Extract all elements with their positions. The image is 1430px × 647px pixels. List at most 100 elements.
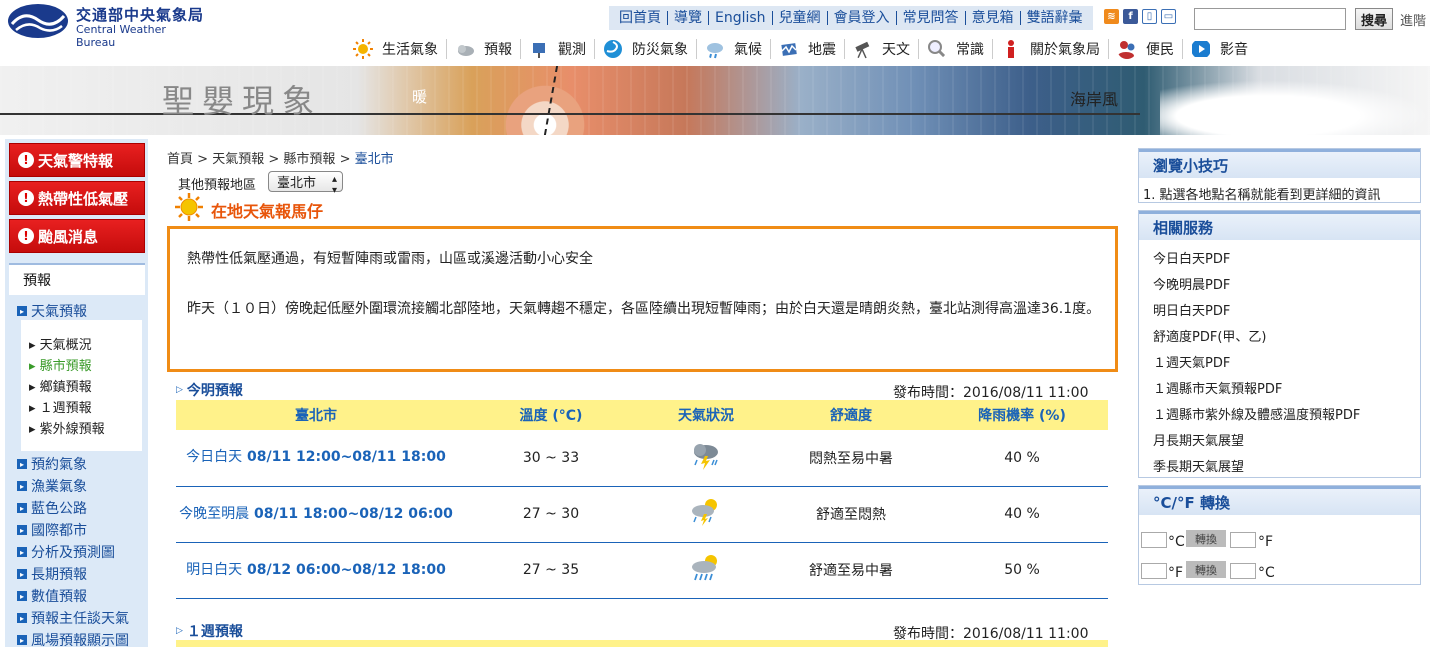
convert-c-to-f-button[interactable]: 轉換 <box>1186 530 1226 547</box>
sidebar-item-label: 漁業氣象 <box>31 479 87 495</box>
service-link[interactable]: １週縣市天氣預報PDF <box>1153 378 1282 397</box>
nav-disaster[interactable]: 防災氣象 <box>594 39 696 59</box>
alert-weather-warning[interactable]: ! 天氣警特報 <box>9 143 145 177</box>
service-link[interactable]: 季長期天氣展望 <box>1153 456 1244 475</box>
service-link[interactable]: 今日白天PDF <box>1153 248 1230 267</box>
search-input[interactable] <box>1194 8 1346 30</box>
nav-observation[interactable]: 觀測 <box>520 39 594 59</box>
breadcrumb-county[interactable]: 縣市預報 <box>283 152 335 167</box>
sidebar-item-numerical[interactable]: ▸ 數值預報 <box>17 586 87 606</box>
sun-icon <box>353 39 373 59</box>
sidebar-item-fishery[interactable]: ▸ 漁業氣象 <box>17 476 87 496</box>
sidebar-item-analysis-charts[interactable]: ▸ 分析及預測圖 <box>17 542 115 562</box>
nav-climate[interactable]: 氣候 <box>696 39 770 59</box>
local-weather-box: 熱帶性低氣壓通過，有短暫陣雨或雷雨，山區或溪邊活動小心安全 昨天（１０日）傍晚起… <box>167 226 1118 372</box>
fahrenheit-output[interactable] <box>1230 532 1256 548</box>
nav-media[interactable]: 影音 <box>1182 39 1256 59</box>
thunderstorm-icon <box>694 443 718 470</box>
convert-f-to-c-button[interactable]: 轉換 <box>1186 561 1226 578</box>
unit-fahrenheit: °F <box>1168 565 1184 581</box>
service-link[interactable]: 明日白天PDF <box>1153 300 1230 319</box>
alert-label: 熱帶性低氣壓 <box>38 189 129 208</box>
period-range: 08/12 06:00~08/12 18:00 <box>247 561 446 578</box>
fahrenheit-input[interactable] <box>1141 563 1167 579</box>
subnav-label: 鄉鎮預報 <box>39 380 92 395</box>
sidebar-item-label: 預約氣象 <box>31 457 87 473</box>
celsius-input[interactable] <box>1141 532 1167 548</box>
subnav-weather-overview[interactable]: ▸ 天氣概況 <box>29 334 92 353</box>
service-link[interactable]: １週縣市紫外線及體感溫度預報PDF <box>1153 404 1360 423</box>
sidebar-item-wind-field[interactable]: ▸ 風場預報顯示圖 <box>17 630 129 647</box>
nav-earthquake[interactable]: 地震 <box>770 39 844 59</box>
sidebar-item-label: 數值預報 <box>31 589 87 605</box>
search-button[interactable]: 搜尋 <box>1355 8 1393 30</box>
nav-about[interactable]: 關於氣象局 <box>992 39 1108 59</box>
tablet-icon[interactable]: ▭ <box>1161 9 1176 24</box>
alert-typhoon-news[interactable]: ! 颱風消息 <box>9 219 145 253</box>
alert-icon: ! <box>18 190 34 206</box>
typhoon-icon <box>604 40 622 58</box>
sidebar-item-long-range[interactable]: ▸ 長期預報 <box>17 564 87 584</box>
left-sidebar: ! 天氣警特報 ! 熱帶性低氣壓 ! 颱風消息 預報 ▸ 天氣預報 ▸ 天氣概況… <box>5 139 148 647</box>
tip-item: 1. 點選各地點名稱就能看到更詳細的資訊 <box>1143 188 1381 203</box>
sidebar-item-label: 分析及預測圖 <box>31 545 115 561</box>
nav-forecast[interactable]: 預報 <box>446 39 520 59</box>
breadcrumb-home[interactable]: 首頁 <box>167 152 193 167</box>
breadcrumb-forecast[interactable]: 天氣預報 <box>212 152 264 167</box>
nav-astronomy[interactable]: 天文 <box>844 39 918 59</box>
period-cell: 明日白天 08/12 06:00~08/12 18:00 <box>176 542 456 599</box>
subnav-county-forecast[interactable]: ▸ 縣市預報 <box>29 355 92 374</box>
sidebar-item-weather-forecast[interactable]: ▸ 天氣預報 <box>17 301 87 321</box>
nav-label: 預報 <box>484 42 512 58</box>
comfort-cell: 舒適至易中暑 <box>766 542 936 599</box>
top-link-english[interactable]: English <box>709 11 773 25</box>
nav-knowledge[interactable]: 常識 <box>918 39 992 59</box>
facebook-icon[interactable]: f <box>1123 9 1138 24</box>
alert-tropical-depression[interactable]: ! 熱帶性低氣壓 <box>9 181 145 215</box>
sidebar-item-blue-highway[interactable]: ▸ 藍色公路 <box>17 498 87 518</box>
celsius-output[interactable] <box>1230 563 1256 579</box>
logo-title-en: Central Weather Bureau <box>76 23 166 49</box>
sidebar-item-director-talk[interactable]: ▸ 預報主任談天氣 <box>17 608 129 628</box>
services-title: 相關服務 <box>1139 211 1420 240</box>
weather-cell <box>646 430 766 487</box>
nav-public-service[interactable]: 便民 <box>1108 39 1182 59</box>
play-icon <box>1192 41 1210 57</box>
cwb-logo[interactable]: 交通部中央氣象局 Central Weather Bureau <box>6 2 206 49</box>
region-select[interactable]: 臺北市 ▴ ▾ <box>268 171 343 196</box>
top-link-home[interactable]: 回首頁 <box>613 11 668 25</box>
banner-warm-label: 暖 <box>412 88 428 106</box>
top-link-faq[interactable]: 常見問答 <box>897 11 966 25</box>
section-title-label: １週預報 <box>186 624 243 640</box>
cloud-icon <box>458 45 474 56</box>
triangle-right-icon: ▷ <box>176 385 183 395</box>
top-link-feedback[interactable]: 意見箱 <box>966 11 1021 25</box>
service-link[interactable]: １週天氣PDF <box>1153 352 1230 371</box>
week-table-header <box>176 640 1108 647</box>
top-link-login[interactable]: 會員登入 <box>828 11 897 25</box>
advanced-search-link[interactable]: 進階 <box>1400 10 1426 29</box>
mobile-icon[interactable]: ▯ <box>1142 9 1157 24</box>
service-link[interactable]: 月長期天氣展望 <box>1153 430 1244 449</box>
nav-life-weather[interactable]: 生活氣象 <box>345 39 446 59</box>
rss-icon[interactable]: ≋ <box>1104 9 1119 24</box>
subnav-uv-forecast[interactable]: ▸ 紫外線預報 <box>29 418 105 437</box>
tips-panel: 瀏覽小技巧 1. 點選各地點名稱就能看到更詳細的資訊 <box>1138 148 1421 203</box>
alert-label: 颱風消息 <box>38 227 99 246</box>
arrow-right-icon: ▸ <box>17 635 27 645</box>
service-link[interactable]: 今晚明晨PDF <box>1153 274 1230 293</box>
service-link[interactable]: 舒適度PDF(甲、乙) <box>1153 326 1266 345</box>
rain-cell: 40 % <box>936 486 1108 543</box>
top-link-kids[interactable]: 兒童網 <box>773 11 828 25</box>
sidebar-item-reserve-weather[interactable]: ▸ 預約氣象 <box>17 454 87 474</box>
sidebar-item-international[interactable]: ▸ 國際都市 <box>17 520 87 540</box>
subnav-label: 紫外線預報 <box>39 422 105 437</box>
site-header: 交通部中央氣象局 Central Weather Bureau 回首頁 導覽 E… <box>0 0 1430 66</box>
top-link-glossary[interactable]: 雙語辭彙 <box>1021 11 1089 25</box>
subnav-week-forecast[interactable]: ▸ １週預報 <box>29 397 92 416</box>
week-forecast-title: ▷ １週預報 <box>176 621 243 641</box>
cwb-logo-icon <box>8 4 68 38</box>
top-link-guide[interactable]: 導覽 <box>668 11 709 25</box>
subnav-township-forecast[interactable]: ▸ 鄉鎮預報 <box>29 376 92 395</box>
breadcrumb-sep: > <box>268 152 280 167</box>
